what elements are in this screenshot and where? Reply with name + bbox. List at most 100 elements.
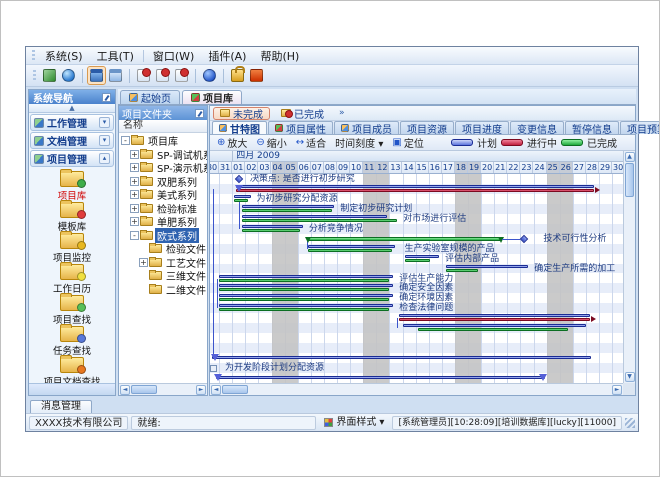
expander-icon[interactable]: - xyxy=(121,136,130,145)
gantt-tab-1[interactable]: 项目属性 xyxy=(268,121,333,134)
task-bar-plan[interactable] xyxy=(236,185,594,188)
task-bar-plan[interactable] xyxy=(242,215,387,218)
sidebar-item-1[interactable]: 模板库 xyxy=(58,202,87,233)
sidebar-section-2[interactable]: 项目管理▴ xyxy=(30,150,114,167)
gantt-tab-6[interactable]: 暂停信息 xyxy=(565,121,619,134)
task-bar-done[interactable] xyxy=(219,298,389,301)
task-bar-plan[interactable] xyxy=(405,255,439,258)
doc-refresh-icon[interactable] xyxy=(154,67,171,84)
task-bar-done[interactable] xyxy=(418,328,567,331)
task-bar-plan[interactable] xyxy=(212,356,591,359)
task-bar-summary[interactable] xyxy=(308,237,501,241)
help-icon[interactable]: ? xyxy=(201,67,218,84)
task-bar-done[interactable] xyxy=(219,279,389,282)
menu-item-2[interactable]: 窗口(W) xyxy=(146,47,201,65)
expander-icon[interactable]: - xyxy=(130,231,139,240)
gantt-tab-5[interactable]: 变更信息 xyxy=(510,121,564,134)
pin-icon[interactable] xyxy=(102,93,111,102)
filter-0[interactable]: 未完成 xyxy=(213,107,270,120)
menu-item-4[interactable]: 帮助(H) xyxy=(253,47,306,65)
tree-panel-header[interactable]: 项目文件夹 xyxy=(119,106,207,120)
gantt-tab-7[interactable]: 项目预算 xyxy=(620,121,660,134)
lock-icon[interactable] xyxy=(229,67,246,84)
sidebar-item-0[interactable]: 项目库 xyxy=(58,171,87,202)
network-icon[interactable] xyxy=(60,67,77,84)
sidebar-collapse-strip[interactable]: ▲ xyxy=(29,104,115,113)
tree-node-0[interactable]: -项目库 xyxy=(119,134,207,148)
chevron-icon[interactable]: ▾ xyxy=(99,117,110,128)
ui-style-button[interactable]: 界面样式 ▾ xyxy=(319,416,389,430)
tree-node-7[interactable]: -欧式系列 xyxy=(119,229,207,243)
zoom-out-button[interactable]: ⊖缩小 xyxy=(253,135,289,150)
task-bar-done[interactable] xyxy=(242,219,397,222)
time-scale-button[interactable]: 时间刻度 ▾ xyxy=(332,135,386,150)
sidebar-item-3[interactable]: 工作日历 xyxy=(53,264,91,295)
task-bar-done[interactable] xyxy=(242,229,300,232)
window-icon[interactable] xyxy=(88,67,105,84)
tree-hscroll-thumb[interactable] xyxy=(131,385,157,394)
tree-node-3[interactable]: +双肥系列 xyxy=(119,175,207,189)
sidebar-collapsed-panel[interactable] xyxy=(29,383,115,395)
doc-tab-0[interactable]: 起始页 xyxy=(120,90,180,104)
filter-1[interactable]: 已完成 xyxy=(274,107,331,120)
cascade-window-icon[interactable] xyxy=(107,67,124,84)
tree-node-10[interactable]: 三维文件 xyxy=(119,269,207,283)
tree-node-4[interactable]: +美式系列 xyxy=(119,188,207,202)
message-management-tab[interactable]: 消息管理 xyxy=(30,400,92,413)
expander-icon[interactable]: + xyxy=(130,190,139,199)
tree-node-5[interactable]: +检验标准 xyxy=(119,202,207,216)
gantt-tab-4[interactable]: 项目进度 xyxy=(455,121,509,134)
chevron-icon[interactable]: ▾ xyxy=(99,135,110,146)
sidebar-header[interactable]: 系统导航 xyxy=(29,90,115,104)
sidebar-item-2[interactable]: 项目监控 xyxy=(53,233,91,264)
tree-node-9[interactable]: +工艺文件 xyxy=(119,256,207,270)
task-bar-progress[interactable] xyxy=(236,189,594,192)
task-bar-done[interactable] xyxy=(405,259,430,262)
gantt-tab-2[interactable]: 项目成员 xyxy=(334,121,399,134)
gantt-hscrollbar[interactable]: ◄ ► xyxy=(210,383,623,395)
resize-grip-icon[interactable] xyxy=(625,418,635,428)
chevron-icon[interactable]: ▴ xyxy=(99,153,110,164)
task-bar-plan[interactable] xyxy=(234,195,250,198)
expander-icon[interactable]: + xyxy=(139,258,148,267)
task-bar-done[interactable] xyxy=(308,249,392,252)
gantt-tab-0[interactable]: 甘特图 xyxy=(212,121,267,134)
fit-button[interactable]: ↔适合 xyxy=(293,135,329,150)
expander-icon[interactable]: + xyxy=(130,177,139,186)
tree-node-11[interactable]: 二维文件 xyxy=(119,283,207,297)
gantt-tab-3[interactable]: 项目资源 xyxy=(400,121,454,134)
tree-node-8[interactable]: 检验文件 xyxy=(119,242,207,256)
system-icon[interactable] xyxy=(41,67,58,84)
task-bar-done[interactable] xyxy=(219,288,389,291)
menu-item-3[interactable]: 插件(A) xyxy=(201,47,253,65)
menu-item-0[interactable]: 系统(S) xyxy=(38,47,90,65)
tree-hscrollbar[interactable]: ◄ ► xyxy=(119,383,207,395)
task-bar-plan[interactable] xyxy=(446,265,529,268)
task-bar-done[interactable] xyxy=(446,269,479,272)
tree-node-2[interactable]: +SP-演示机系 xyxy=(119,161,207,175)
tree-pin-icon[interactable] xyxy=(195,109,204,118)
task-bar-plan[interactable] xyxy=(403,324,586,327)
scroll-up-icon[interactable]: ▲ xyxy=(625,152,635,162)
task-note-icon[interactable] xyxy=(210,365,217,372)
task-bar-plan[interactable] xyxy=(219,284,393,287)
task-bar-plan[interactable] xyxy=(399,314,590,317)
doc-close-icon[interactable] xyxy=(135,67,152,84)
sidebar-section-0[interactable]: 工作管理▾ xyxy=(30,114,114,131)
task-bar-plan[interactable] xyxy=(242,225,303,228)
task-bar-done[interactable] xyxy=(242,209,332,212)
tree-node-6[interactable]: +单肥系列 xyxy=(119,215,207,229)
expander-icon[interactable]: + xyxy=(130,217,139,226)
sidebar-section-1[interactable]: 文档管理▾ xyxy=(30,132,114,149)
task-bar-plan[interactable] xyxy=(219,294,393,297)
gantt-vscrollbar[interactable]: ▲ ▼ xyxy=(623,151,635,383)
gantt-vscroll-thumb[interactable] xyxy=(625,163,634,197)
power-icon[interactable]: O xyxy=(248,67,265,84)
sidebar-item-4[interactable]: 项目查找 xyxy=(53,295,91,326)
task-bar-plan[interactable] xyxy=(219,304,393,307)
overflow-chevron-icon[interactable]: » xyxy=(339,108,345,118)
tree-column-header[interactable]: 名称 xyxy=(119,120,207,133)
task-bar-plan[interactable] xyxy=(242,205,334,208)
sidebar-item-6[interactable]: 项目文档查找 xyxy=(43,357,100,383)
task-bar-progress[interactable] xyxy=(399,318,590,321)
